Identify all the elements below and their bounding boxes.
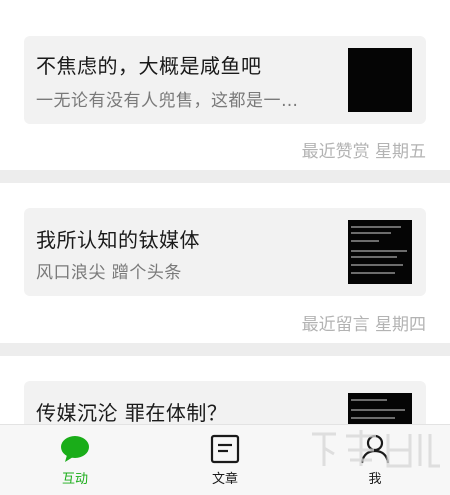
document-icon xyxy=(210,434,240,464)
activity-meta: 最近留言 星期四 xyxy=(301,315,426,335)
tab-label: 文章 xyxy=(211,472,238,487)
bottom-tab-bar: 互动 文章 我 xyxy=(0,424,450,495)
article-title: 传媒沉沦 罪在体制？ xyxy=(36,401,228,425)
article-subtitle: 风口浪尖 蹭个头条 xyxy=(36,263,182,283)
tab-interaction[interactable]: 互动 xyxy=(0,425,150,495)
activity-meta: 最近赞赏 星期五 xyxy=(301,142,426,162)
tab-label: 互动 xyxy=(61,472,88,487)
chat-bubble-icon xyxy=(61,436,89,462)
tab-articles[interactable]: 文章 xyxy=(150,425,300,495)
person-icon xyxy=(360,434,390,464)
feed-section-3: 传媒沉沦 罪在体制？ xyxy=(0,356,450,469)
feed-section-2: 我所认知的钛媒体 风口浪尖 蹭个头条 最近留言 星期四 xyxy=(0,183,450,343)
article-title: 不焦虑的，大概是咸鱼吧 xyxy=(36,54,262,78)
article-thumbnail xyxy=(348,48,412,112)
article-title: 我所认知的钛媒体 xyxy=(36,228,200,252)
article-thumbnail xyxy=(348,220,412,284)
article-card[interactable]: 我所认知的钛媒体 风口浪尖 蹭个头条 xyxy=(24,208,426,296)
tab-me[interactable]: 我 xyxy=(300,425,450,495)
tab-label: 我 xyxy=(368,472,382,487)
article-card[interactable]: 不焦虑的，大概是咸鱼吧 一无论有没有人兜售，这都是一… xyxy=(24,36,426,124)
feed-section-1: 不焦虑的，大概是咸鱼吧 一无论有没有人兜售，这都是一… 最近赞赏 星期五 xyxy=(0,0,450,170)
article-subtitle: 一无论有没有人兜售，这都是一… xyxy=(36,91,299,111)
